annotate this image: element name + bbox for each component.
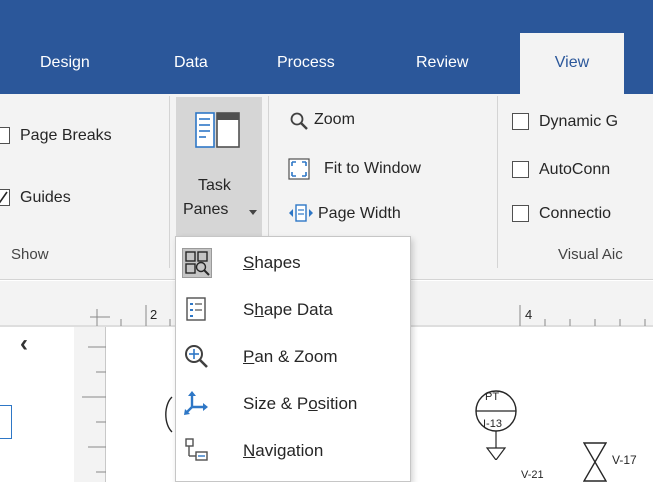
check-icon	[0, 191, 8, 204]
ribbon-separator	[169, 96, 170, 268]
menu-item-pan-zoom[interactable]: Pan & Zoom	[176, 335, 410, 381]
tab-process[interactable]: Process	[277, 53, 335, 73]
visual-aids-group-label: Visual Aic	[558, 246, 623, 263]
menu-item-label: Shapes	[243, 253, 301, 272]
tab-view[interactable]: View	[520, 33, 624, 94]
task-panes-label-line1: Task	[198, 177, 231, 194]
ribbon-tab-bar: Design Data Process Review View	[0, 0, 653, 94]
page-width-icon	[289, 204, 313, 222]
connection-points-checkbox[interactable]	[512, 205, 529, 222]
page-breaks-checkbox[interactable]	[0, 127, 10, 144]
ribbon-separator	[497, 96, 498, 268]
valve-v17-symbol	[583, 442, 607, 482]
menu-item-label: Shape Data	[243, 300, 333, 319]
tab-data[interactable]: Data	[174, 53, 208, 73]
ruler-mark-2: 2	[150, 307, 158, 322]
fit-to-window-icon	[288, 158, 310, 180]
size-position-icon	[182, 389, 212, 419]
menu-item-label: Size & Position	[243, 394, 358, 413]
tab-review[interactable]: Review	[416, 53, 468, 73]
menu-item-shapes[interactable]: Shapes	[176, 241, 410, 287]
zoom-icon	[290, 112, 308, 130]
dynamic-grid-checkbox[interactable]	[512, 113, 529, 130]
fit-to-window-button[interactable]: Fit to Window	[324, 160, 421, 178]
tab-design[interactable]: Design	[40, 53, 90, 73]
guides-checkbox[interactable]	[0, 189, 10, 206]
pt-tag-label: PT	[485, 391, 500, 403]
menu-item-shape-data[interactable]: Shape Data	[176, 288, 410, 334]
guides-label[interactable]: Guides	[20, 189, 71, 207]
menu-item-label: Navigation	[243, 441, 324, 460]
valve-v17-label: V-17	[612, 453, 637, 467]
shapes-pane-edge[interactable]	[0, 405, 12, 439]
autoconnect-label[interactable]: AutoConn	[539, 161, 610, 179]
vertical-ruler	[74, 327, 106, 482]
ruler-mark-4: 4	[525, 307, 533, 322]
zoom-button[interactable]: Zoom	[314, 111, 355, 129]
menu-item-size-position[interactable]: Size & Position	[176, 382, 410, 428]
navigation-icon	[182, 436, 212, 466]
valve-v21-label: V-21	[521, 469, 544, 481]
task-panes-icon	[195, 112, 240, 148]
vertical-ruler-ticks	[82, 346, 106, 473]
page-width-button[interactable]: Page Width	[318, 205, 401, 223]
shapes-icon	[182, 248, 212, 278]
menu-item-label: Pan & Zoom	[243, 347, 338, 366]
dynamic-grid-label[interactable]: Dynamic G	[539, 113, 618, 131]
show-group-label: Show	[11, 246, 49, 263]
page-breaks-label[interactable]: Page Breaks	[20, 127, 112, 145]
scroll-left-button[interactable]: ‹	[20, 330, 28, 358]
instrument-number-label: I-13	[483, 418, 502, 430]
connection-points-label[interactable]: Connectio	[539, 205, 611, 223]
chevron-down-icon	[249, 210, 257, 215]
menu-item-navigation[interactable]: Navigation	[176, 429, 410, 475]
task-panes-menu: Shapes Shape Data Pan & Zoom Size & Posi…	[175, 236, 411, 482]
partial-shape	[165, 396, 173, 433]
task-panes-button[interactable]: Task Panes	[176, 97, 262, 237]
shape-data-icon	[182, 295, 212, 325]
task-panes-label-line2: Panes	[183, 201, 229, 218]
pan-zoom-icon	[182, 342, 212, 372]
autoconnect-checkbox[interactable]	[512, 161, 529, 178]
